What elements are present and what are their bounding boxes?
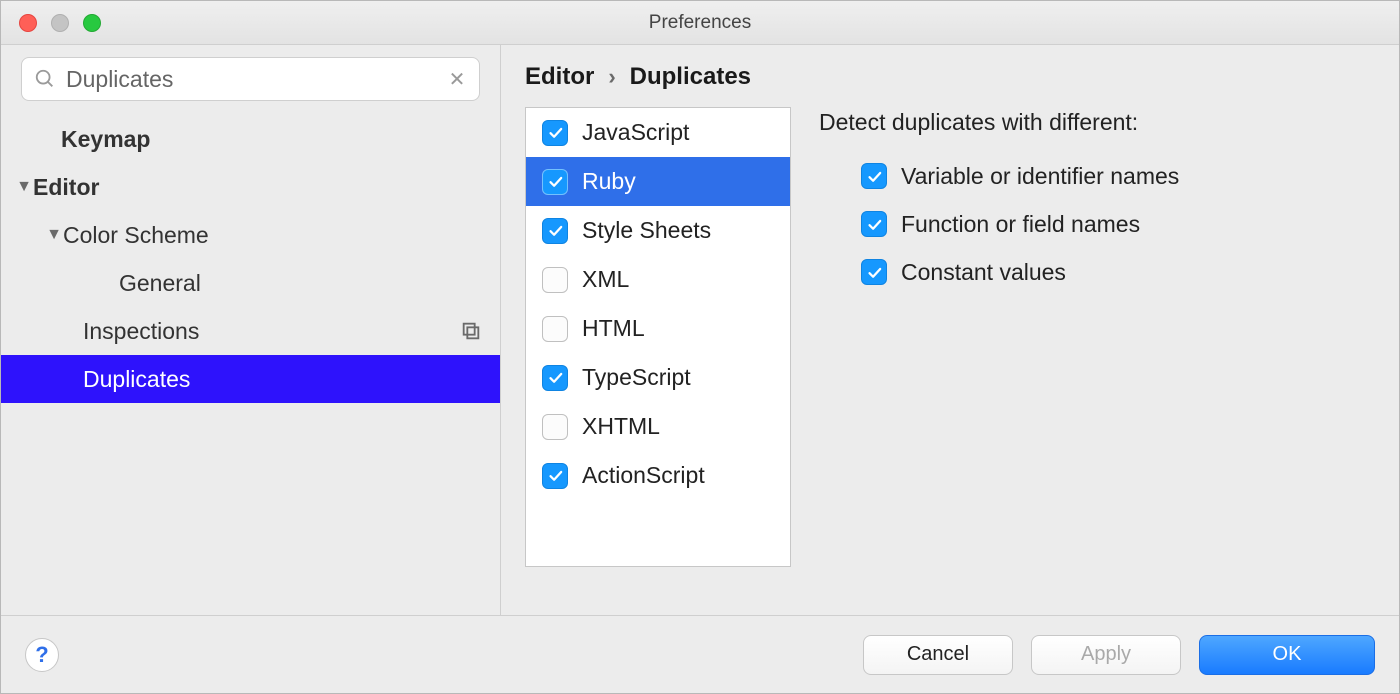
language-label: TypeScript <box>582 364 691 391</box>
check-icon <box>547 222 564 239</box>
help-icon: ? <box>35 642 48 668</box>
sidebar-item[interactable]: Duplicates <box>1 355 500 403</box>
check-icon <box>547 369 564 386</box>
language-label: ActionScript <box>582 462 705 489</box>
language-item[interactable]: XHTML <box>526 402 790 451</box>
apply-button[interactable]: Apply <box>1031 635 1181 675</box>
sidebar-item[interactable]: ▼Editor <box>1 163 500 211</box>
breadcrumb-current: Duplicates <box>630 63 751 91</box>
language-label: HTML <box>582 315 645 342</box>
footer: ? Cancel Apply OK <box>1 615 1399 693</box>
language-label: XHTML <box>582 413 660 440</box>
help-button[interactable]: ? <box>25 638 59 672</box>
checkbox[interactable] <box>542 463 568 489</box>
close-window-button[interactable] <box>19 14 37 32</box>
sidebar-item-label: General <box>119 270 201 297</box>
sidebar-item[interactable]: Inspections <box>1 307 500 355</box>
options-panel: Detect duplicates with different: Variab… <box>819 107 1375 296</box>
language-item[interactable]: TypeScript <box>526 353 790 402</box>
option-label: Variable or identifier names <box>901 163 1179 190</box>
search-icon <box>34 68 56 90</box>
checkbox[interactable] <box>542 218 568 244</box>
breadcrumb-parent[interactable]: Editor <box>525 63 594 91</box>
sidebar-item[interactable]: Keymap <box>1 115 500 163</box>
check-icon <box>866 264 883 281</box>
settings-tree[interactable]: Keymap▼Editor▼Color SchemeGeneralInspect… <box>1 111 500 615</box>
sidebar-item-label: Editor <box>33 174 99 201</box>
breadcrumb: Editor › Duplicates <box>525 63 1375 107</box>
check-icon <box>547 467 564 484</box>
checkbox[interactable] <box>542 267 568 293</box>
clear-search-button[interactable]: ✕ <box>447 69 467 89</box>
sidebar-item-label: Inspections <box>83 318 199 345</box>
ok-button[interactable]: OK <box>1199 635 1375 675</box>
checkbox[interactable] <box>861 259 887 285</box>
close-icon: ✕ <box>449 67 466 92</box>
language-item[interactable]: ActionScript <box>526 451 790 500</box>
check-icon <box>866 216 883 233</box>
cancel-button[interactable]: Cancel <box>863 635 1013 675</box>
language-item[interactable]: XML <box>526 255 790 304</box>
option-item[interactable]: Function or field names <box>861 200 1375 248</box>
sidebar-item-label: Keymap <box>61 126 150 153</box>
language-label: Style Sheets <box>582 217 711 244</box>
language-item[interactable]: HTML <box>526 304 790 353</box>
language-list[interactable]: JavaScript Ruby Style Sheets XML HTML TypeScr… <box>525 107 791 567</box>
language-item[interactable]: Style Sheets <box>526 206 790 255</box>
option-item[interactable]: Constant values <box>861 248 1375 296</box>
sidebar: ✕ Keymap▼Editor▼Color SchemeGeneralInspe… <box>1 45 501 615</box>
language-label: Ruby <box>582 168 636 195</box>
checkbox[interactable] <box>861 163 887 189</box>
profile-scheme-icon <box>460 320 482 342</box>
check-icon <box>547 173 564 190</box>
option-label: Constant values <box>901 259 1066 286</box>
search-field[interactable]: ✕ <box>21 57 480 101</box>
sidebar-item[interactable]: General <box>1 259 500 307</box>
sidebar-item-label: Color Scheme <box>63 222 209 249</box>
language-label: XML <box>582 266 629 293</box>
language-item[interactable]: Ruby <box>526 157 790 206</box>
language-label: JavaScript <box>582 119 689 146</box>
window-title: Preferences <box>649 12 751 34</box>
option-item[interactable]: Variable or identifier names <box>861 152 1375 200</box>
content-panel: Editor › Duplicates JavaScript Ruby Style … <box>501 45 1399 615</box>
checkbox[interactable] <box>542 365 568 391</box>
option-label: Function or field names <box>901 211 1140 238</box>
checkbox[interactable] <box>542 316 568 342</box>
body: ✕ Keymap▼Editor▼Color SchemeGeneralInspe… <box>1 45 1399 615</box>
titlebar: Preferences <box>1 1 1399 45</box>
chevron-down-icon[interactable]: ▼ <box>15 178 33 196</box>
checkbox[interactable] <box>861 211 887 237</box>
traffic-lights <box>1 14 101 32</box>
check-icon <box>547 124 564 141</box>
sidebar-item-label: Duplicates <box>83 366 190 393</box>
options-title: Detect duplicates with different: <box>819 107 1375 136</box>
checkbox[interactable] <box>542 169 568 195</box>
maximize-window-button[interactable] <box>83 14 101 32</box>
language-item[interactable]: JavaScript <box>526 108 790 157</box>
chevron-right-icon: › <box>608 64 615 90</box>
chevron-down-icon[interactable]: ▼ <box>45 226 63 244</box>
checkbox[interactable] <box>542 120 568 146</box>
preferences-window: Preferences ✕ Keymap▼Editor▼Color Scheme… <box>0 0 1400 694</box>
checkbox[interactable] <box>542 414 568 440</box>
check-icon <box>866 168 883 185</box>
sidebar-item[interactable]: ▼Color Scheme <box>1 211 500 259</box>
search-input[interactable] <box>66 66 437 93</box>
minimize-window-button[interactable] <box>51 14 69 32</box>
